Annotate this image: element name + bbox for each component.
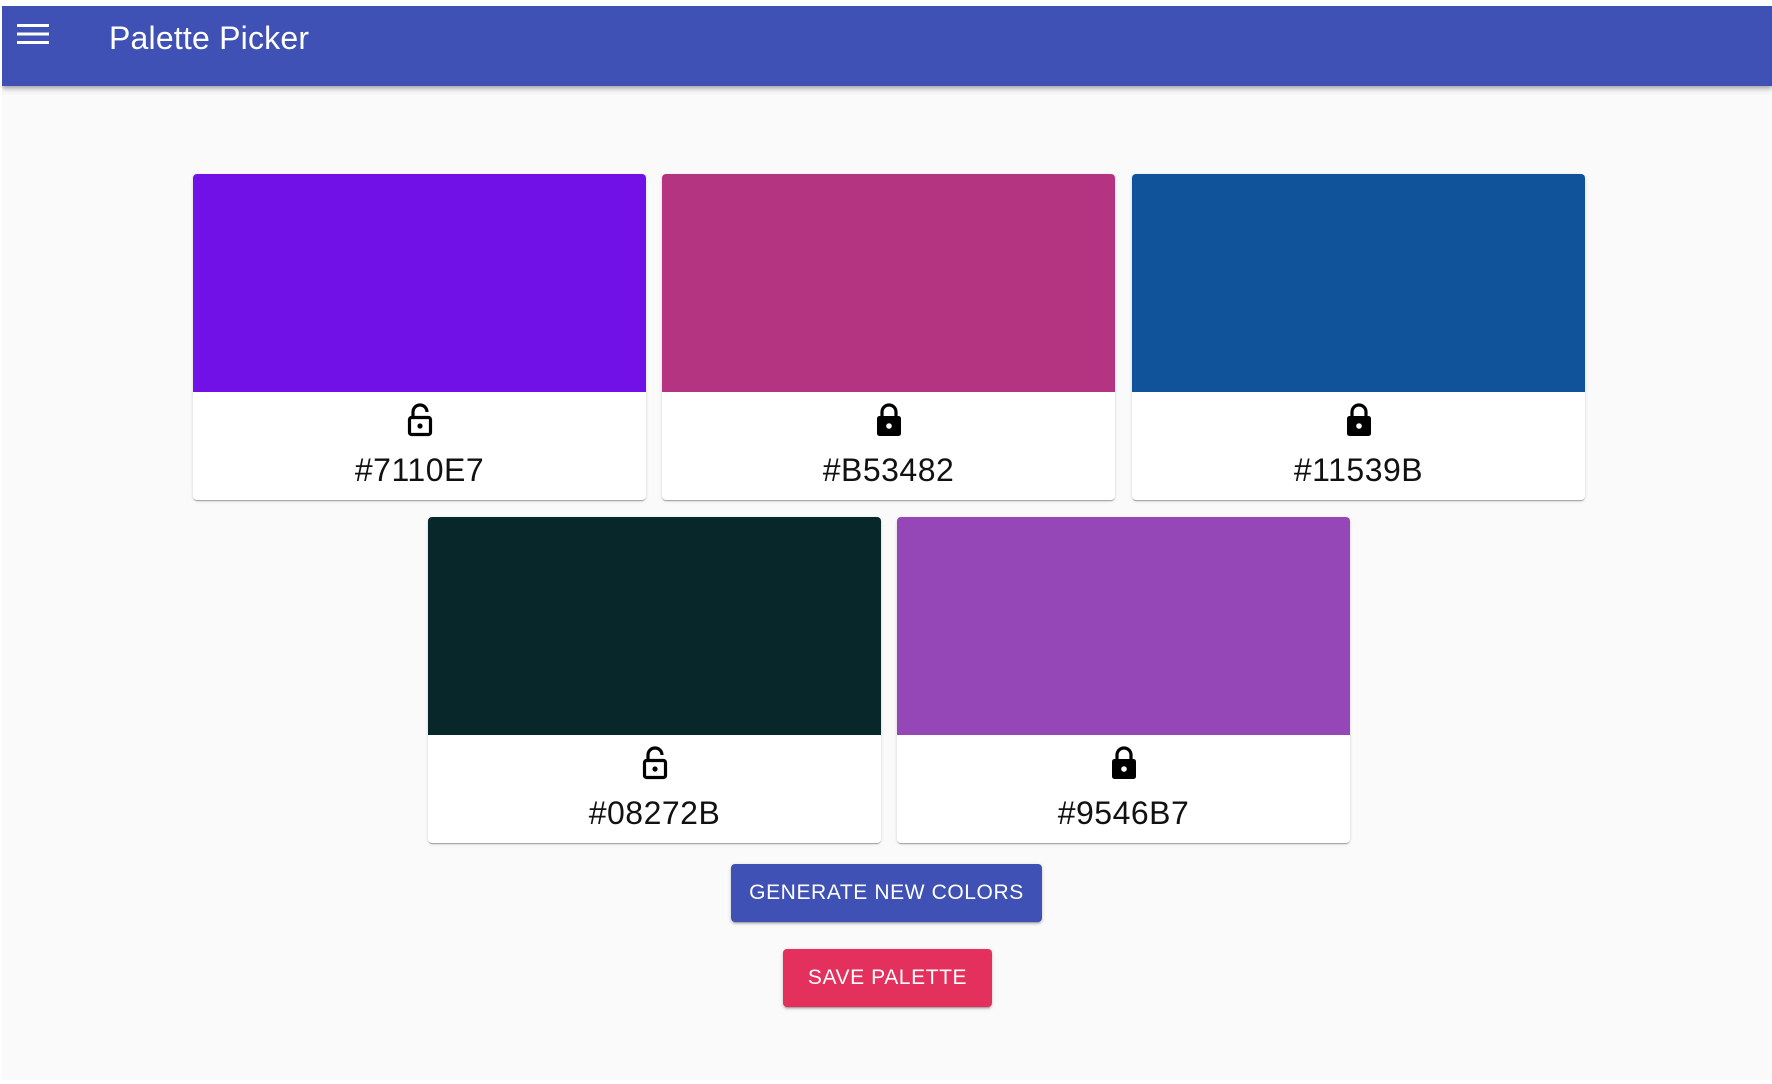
lock-closed-icon bbox=[874, 402, 904, 443]
app-bar: Palette Picker bbox=[2, 6, 1772, 86]
color-swatch bbox=[428, 517, 881, 735]
lock-closed-icon bbox=[1109, 745, 1139, 786]
color-card: #08272B bbox=[428, 517, 881, 843]
color-card: #9546B7 bbox=[897, 517, 1350, 843]
lock-toggle-button[interactable] bbox=[635, 745, 675, 785]
color-swatch bbox=[897, 517, 1350, 735]
color-card: #7110E7 bbox=[193, 174, 646, 500]
color-swatch bbox=[193, 174, 646, 392]
color-card: #B53482 bbox=[662, 174, 1115, 500]
hex-code: #11539B bbox=[1293, 452, 1424, 488]
menu-button[interactable] bbox=[16, 19, 50, 53]
save-palette-button[interactable]: SAVE PALETTE bbox=[783, 949, 992, 1007]
lock-toggle-button[interactable] bbox=[400, 402, 440, 442]
menu-icon bbox=[17, 23, 49, 50]
lock-toggle-button[interactable] bbox=[1104, 745, 1144, 785]
hex-code: #7110E7 bbox=[354, 452, 485, 488]
lock-toggle-button[interactable] bbox=[1339, 402, 1379, 442]
lock-open-icon bbox=[405, 402, 435, 443]
app-title: Palette Picker bbox=[109, 20, 310, 56]
lock-toggle-button[interactable] bbox=[869, 402, 909, 442]
generate-colors-button[interactable]: GENERATE NEW COLORS bbox=[731, 864, 1042, 922]
color-swatch bbox=[662, 174, 1115, 392]
app-window: Palette Picker #7110E7 #B53482 #11539B #… bbox=[2, 6, 1772, 1080]
hex-code: #08272B bbox=[588, 795, 721, 831]
lock-open-icon bbox=[640, 745, 670, 786]
hex-code: #9546B7 bbox=[1057, 795, 1190, 831]
color-swatch bbox=[1132, 174, 1585, 392]
hex-code: #B53482 bbox=[822, 452, 955, 488]
lock-closed-icon bbox=[1344, 402, 1374, 443]
color-card: #11539B bbox=[1132, 174, 1585, 500]
